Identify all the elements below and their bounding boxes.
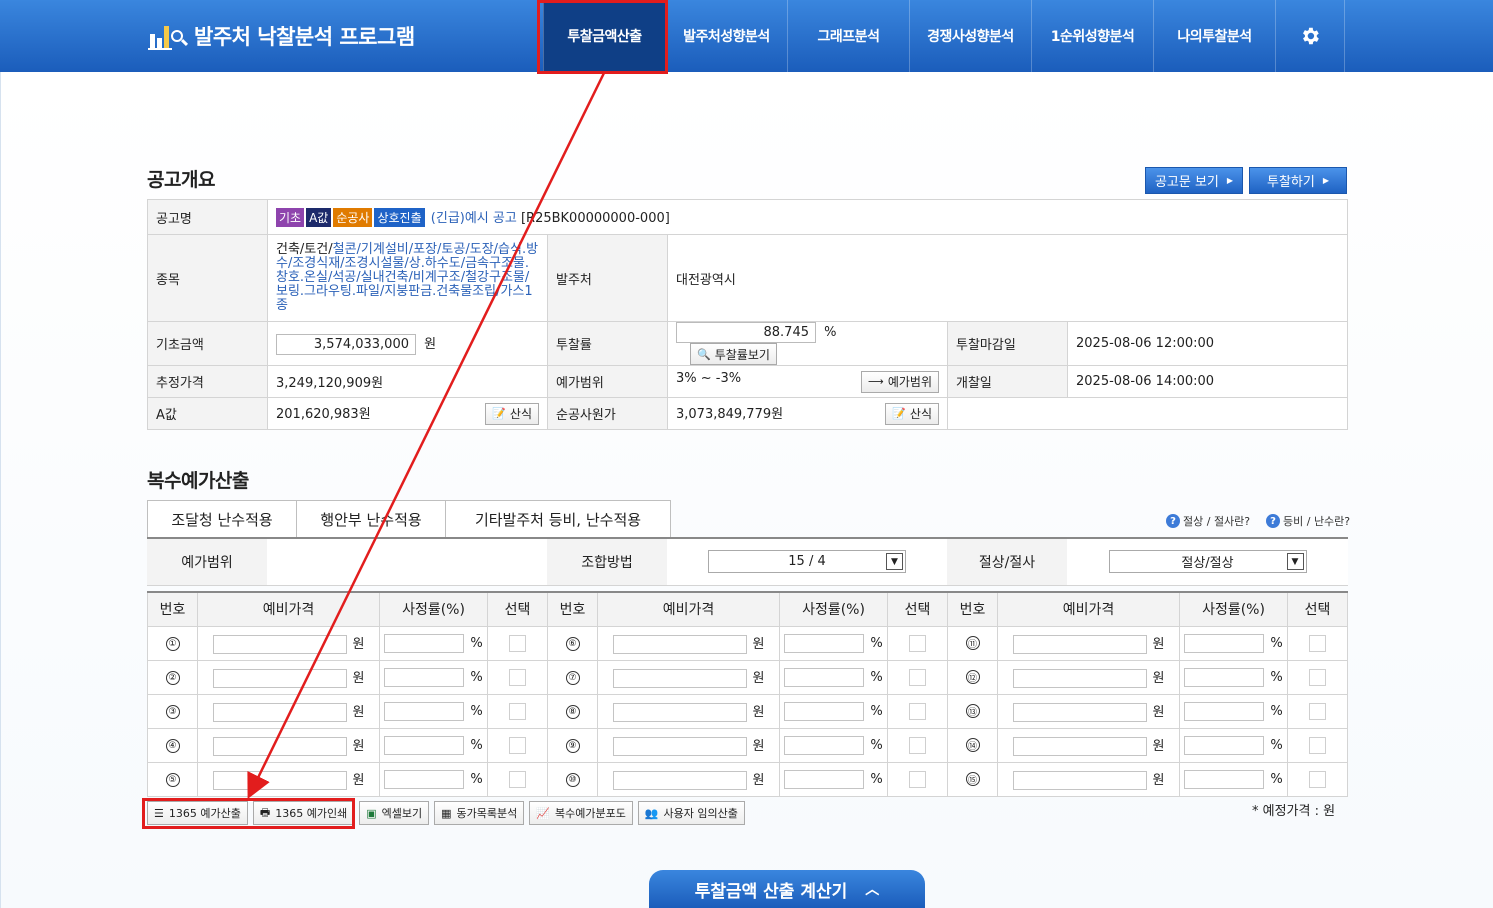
annotation-arrow-icon	[247, 72, 606, 799]
